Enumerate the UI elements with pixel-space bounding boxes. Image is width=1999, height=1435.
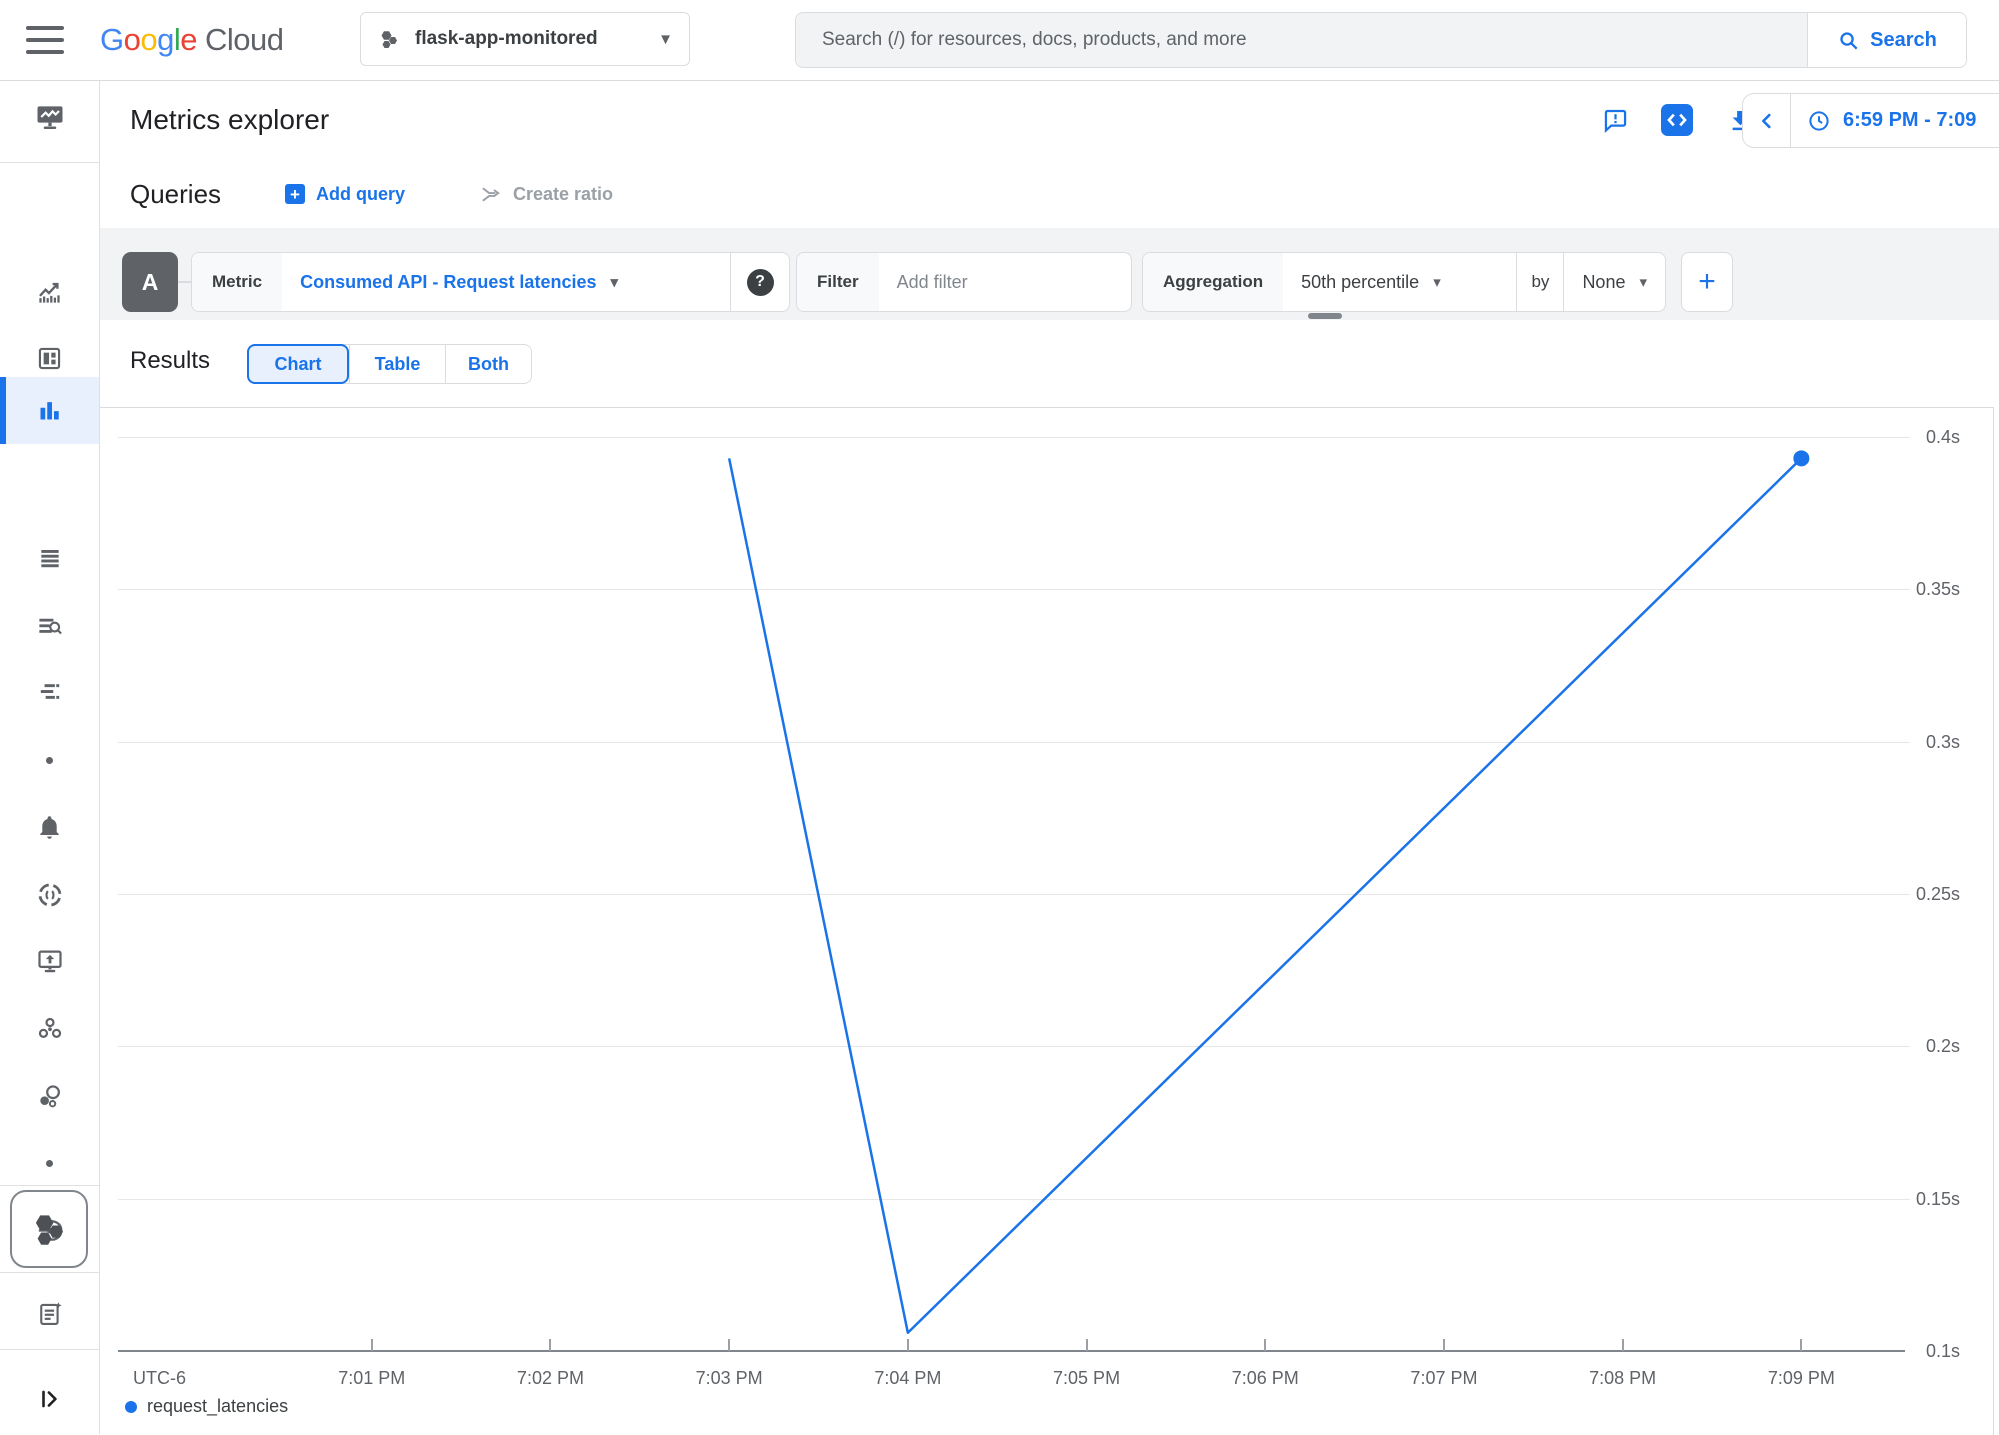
sidebar-divider	[0, 1349, 99, 1350]
sidebar-item-vm-dashboard[interactable]	[0, 935, 99, 987]
sidebar-item-uptime-checks[interactable]	[0, 869, 99, 921]
page-title: Metrics explorer	[130, 80, 329, 160]
group-by-dropdown[interactable]: None ▾	[1564, 253, 1665, 311]
create-ratio-button: Create ratio	[480, 160, 613, 228]
sidebar-item-project-hexagons[interactable]	[10, 1190, 88, 1268]
tab-both[interactable]: Both	[445, 345, 531, 383]
merge-arrow-icon	[480, 183, 503, 206]
search-input[interactable]	[796, 13, 1807, 67]
sidebar-item-groups[interactable]	[0, 1002, 99, 1054]
chevron-down-icon: ▾	[1639, 273, 1647, 291]
group-by-value: None	[1582, 272, 1625, 293]
search-button[interactable]: Search	[1807, 13, 1966, 67]
sidebar-item-list-search[interactable]	[0, 599, 99, 651]
menu-icon[interactable]	[26, 26, 64, 54]
logo-cloud-text: Cloud	[205, 22, 284, 58]
queries-section-header: Queries + Add query Create ratio	[100, 160, 1999, 228]
create-ratio-label: Create ratio	[513, 184, 613, 205]
metric-help-button[interactable]: ?	[730, 253, 789, 311]
sidebar-divider	[0, 1185, 99, 1186]
aggregation-value: 50th percentile	[1301, 272, 1419, 293]
project-name: flask-app-monitored	[415, 28, 658, 50]
global-search: Search	[795, 12, 1967, 68]
query-letter-badge: A	[122, 252, 178, 312]
sidebar-item-dot[interactable]	[0, 747, 99, 773]
sidebar-item-overview[interactable]	[0, 266, 99, 318]
results-heading: Results	[130, 320, 210, 402]
tab-table[interactable]: Table	[349, 345, 445, 383]
metric-selector: Metric Consumed API - Request latencies …	[191, 252, 790, 312]
sidebar-divider	[0, 162, 99, 163]
code-view-icon[interactable]	[1655, 98, 1699, 142]
results-section-header: Results Chart Table Both	[100, 320, 1999, 407]
sidebar-item-dot[interactable]	[0, 1150, 99, 1176]
aggregation-dropdown[interactable]: 50th percentile ▾	[1283, 253, 1516, 311]
chevron-down-icon: ▼	[658, 31, 673, 48]
search-icon	[1837, 29, 1860, 52]
aggregation-label: Aggregation	[1143, 253, 1283, 311]
monitoring-product-icon[interactable]	[0, 91, 99, 143]
logo-google-wordmark: Google	[100, 22, 197, 58]
feedback-icon[interactable]	[1593, 98, 1637, 142]
search-button-label: Search	[1870, 29, 1937, 52]
filter-control: Filter Add filter	[796, 252, 1132, 312]
series-line	[729, 458, 1801, 1332]
add-aggregation-step-button[interactable]: +	[1681, 252, 1733, 312]
add-icon: +	[285, 184, 305, 204]
sidebar-item-metrics-explorer[interactable]	[0, 377, 99, 444]
top-app-bar: Google Cloud flask-app-monitored ▼ Searc…	[0, 0, 1999, 81]
legend-series-color-dot	[125, 1401, 137, 1413]
sidebar-item-alerting[interactable]	[0, 801, 99, 853]
add-query-label: Add query	[316, 184, 405, 205]
tab-chart[interactable]: Chart	[247, 344, 349, 384]
help-icon: ?	[747, 269, 774, 296]
filter-label: Filter	[797, 253, 879, 311]
filter-input[interactable]: Add filter	[879, 253, 986, 311]
legend-item[interactable]: request_latencies	[125, 1396, 288, 1417]
timezone-label: UTC-6	[133, 1368, 186, 1389]
expand-panel-icon[interactable]	[0, 1373, 99, 1425]
sidebar-item-services[interactable]	[0, 1070, 99, 1122]
query-builder-row: A Metric Consumed API - Request latencie…	[100, 228, 1999, 320]
chevron-down-icon: ▾	[610, 273, 618, 291]
sidebar-item-trace-spans[interactable]	[0, 666, 99, 718]
chart-plot-area: 0.4s0.35s0.3s0.25s0.2s0.15s0.1s7:01 PM7:…	[100, 408, 1993, 1435]
aggregation-control: Aggregation 50th percentile ▾ by None ▾	[1142, 252, 1666, 312]
chevron-left-icon[interactable]	[1743, 94, 1791, 147]
project-picker[interactable]: flask-app-monitored ▼	[360, 12, 690, 66]
metric-dropdown[interactable]: Consumed API - Request latencies ▾	[282, 253, 730, 311]
legend-series-name: request_latencies	[147, 1396, 288, 1417]
google-cloud-logo: Google Cloud	[100, 0, 284, 80]
queries-heading: Queries	[130, 160, 221, 228]
view-toggle-group: Chart Table Both	[247, 344, 532, 384]
series-end-point	[1793, 450, 1809, 466]
metrics-explorer-toolbar: Metrics explorer 6:59 PM - 7:09	[100, 80, 1999, 161]
sidebar-item-release-notes[interactable]	[0, 1288, 99, 1340]
resize-drag-handle[interactable]	[1308, 313, 1342, 319]
metrics-explorer-icon	[0, 384, 99, 436]
metric-value: Consumed API - Request latencies	[300, 272, 596, 293]
time-range-button[interactable]: 6:59 PM - 7:09	[1791, 94, 1992, 147]
by-label: by	[1516, 253, 1564, 311]
time-range-label: 6:59 PM - 7:09	[1843, 109, 1976, 132]
series-line-layer	[100, 408, 1993, 1435]
time-range-control: 6:59 PM - 7:09	[1742, 93, 1999, 148]
clock-icon	[1807, 109, 1831, 133]
add-query-button[interactable]: + Add query	[285, 160, 405, 228]
sidebar-item-log-list[interactable]	[0, 532, 99, 584]
metric-label: Metric	[192, 253, 282, 311]
project-hexagons-icon	[377, 27, 401, 51]
chevron-down-icon: ▾	[1433, 273, 1441, 291]
connector-line	[178, 281, 191, 283]
monitoring-sidebar	[0, 80, 100, 1434]
latency-line-chart: 0.4s0.35s0.3s0.25s0.2s0.15s0.1s7:01 PM7:…	[100, 407, 1994, 1435]
sidebar-divider	[0, 1272, 99, 1273]
